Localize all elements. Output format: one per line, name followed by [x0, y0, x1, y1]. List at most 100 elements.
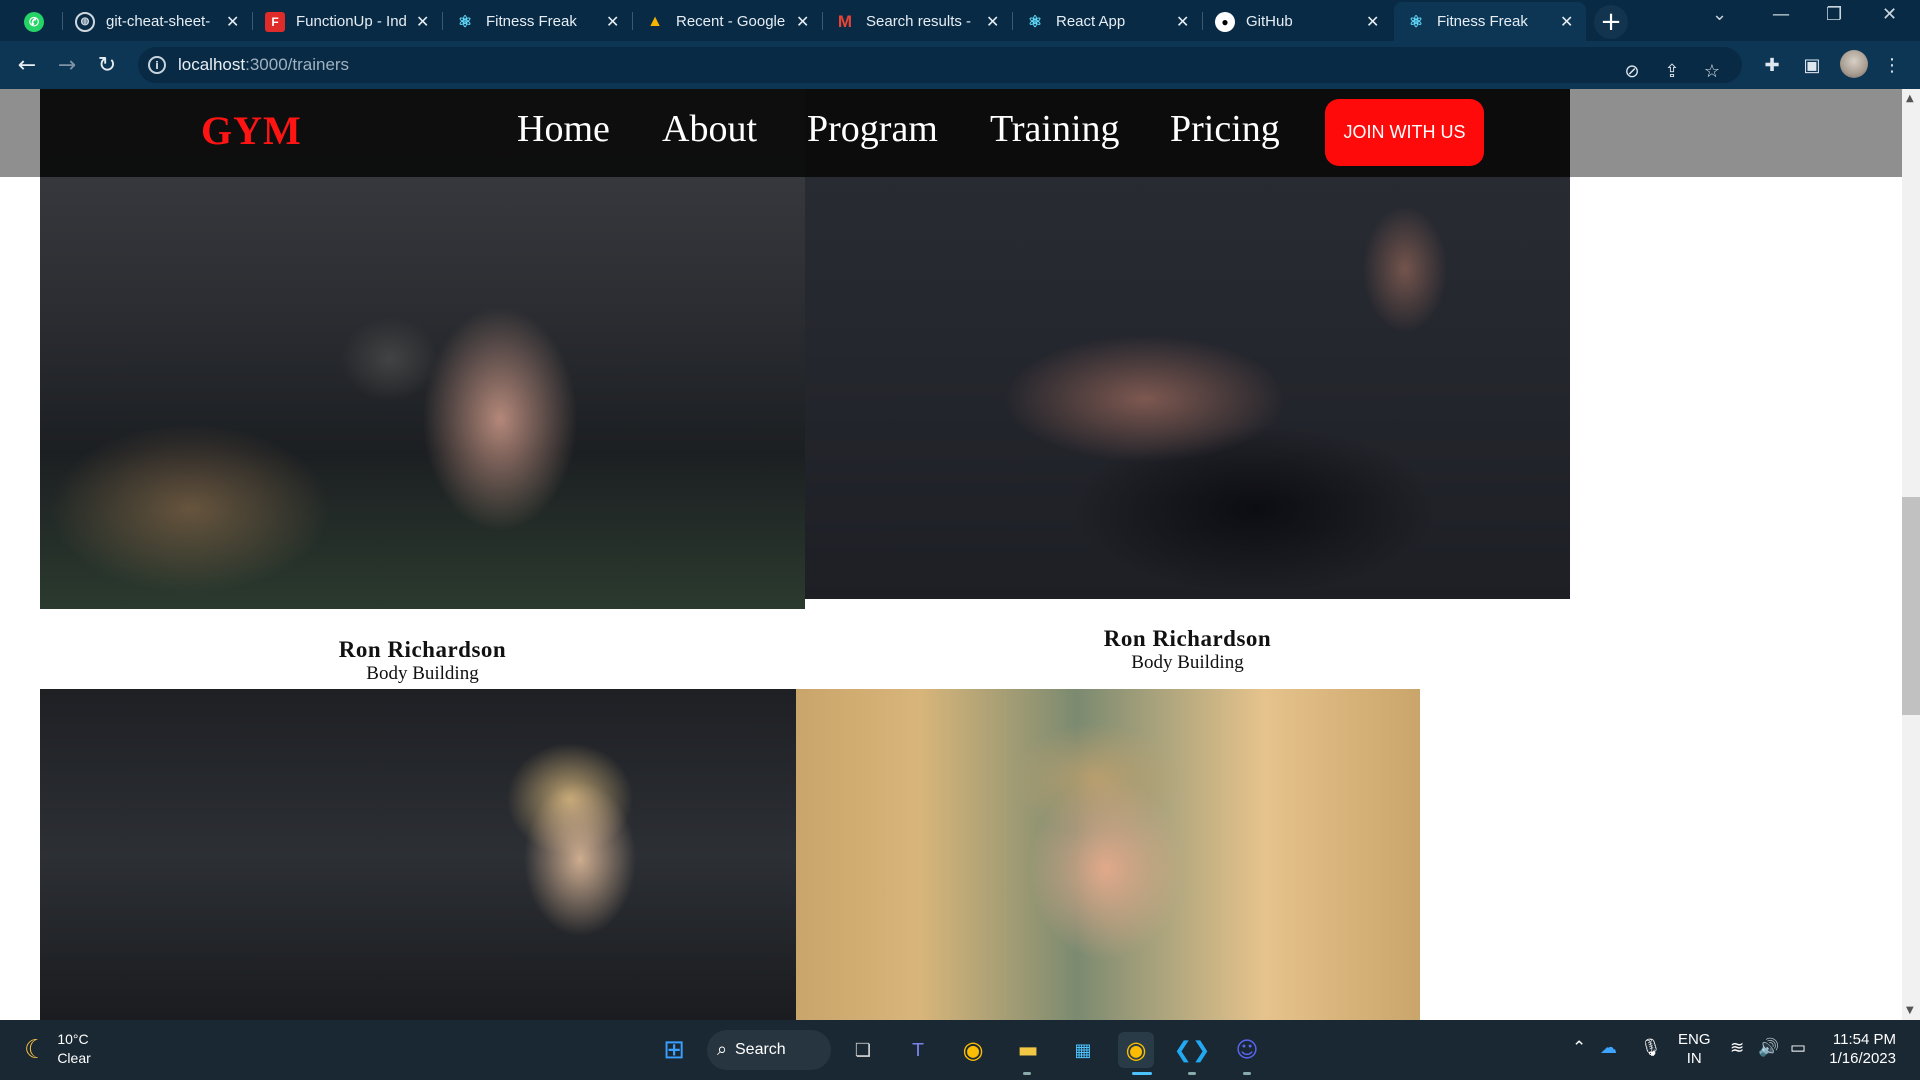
- running-indicator: [1023, 1072, 1031, 1075]
- nav-pricing[interactable]: Pricing: [1170, 107, 1280, 151]
- bookmark-star-icon[interactable]: ☆: [1698, 57, 1726, 85]
- wifi-icon[interactable]: ≋: [1730, 1038, 1744, 1058]
- tab-title: Recent - Google: [676, 13, 786, 30]
- trainer-photo-4: [796, 689, 1420, 1020]
- close-tab-icon[interactable]: ✕: [226, 12, 242, 32]
- close-tab-icon[interactable]: ✕: [416, 12, 432, 32]
- globe-icon: ◍: [75, 11, 95, 32]
- nav-home[interactable]: Home: [517, 107, 610, 151]
- moon-icon: ☾: [24, 1033, 48, 1064]
- restore-icon[interactable]: ❐: [1826, 4, 1842, 25]
- tab-functionup[interactable]: F FunctionUp - Ind ✕: [253, 2, 442, 41]
- scroll-down-icon[interactable]: ▼: [1906, 1005, 1916, 1016]
- discord-icon[interactable]: ☺: [1229, 1032, 1265, 1068]
- clock-time: 11:54 PM: [1832, 1031, 1896, 1048]
- close-tab-icon[interactable]: ✕: [796, 12, 812, 32]
- weather-condition: Clear: [57, 1050, 91, 1066]
- close-tab-icon[interactable]: ✕: [1176, 12, 1192, 32]
- profile-avatar[interactable]: [1840, 50, 1868, 78]
- nav-about[interactable]: About: [662, 107, 757, 151]
- close-tab-icon[interactable]: ✕: [1366, 12, 1382, 32]
- onedrive-icon[interactable]: ☁: [1600, 1038, 1617, 1058]
- tab-github[interactable]: ● GitHub ✕: [1203, 2, 1392, 41]
- weather-widget[interactable]: ☾ 10°C Clear: [24, 1030, 91, 1068]
- join-with-us-button[interactable]: JOIN WITH US: [1325, 99, 1484, 166]
- scrollbar-thumb[interactable]: [1902, 497, 1920, 715]
- microsoft-store-icon[interactable]: ▦: [1065, 1032, 1101, 1068]
- search-icon: ⌕: [717, 1039, 728, 1059]
- windows-start-icon[interactable]: ⊞: [656, 1032, 692, 1068]
- close-tab-icon[interactable]: ✕: [986, 12, 1002, 32]
- scroll-up-icon[interactable]: ▲: [1906, 93, 1916, 104]
- gmail-icon: M: [837, 11, 853, 31]
- page-viewport: GYM Home About Program Training Pricing …: [0, 89, 1920, 1020]
- trainer-card-1-caption: Ron Richardson Body Building: [40, 637, 805, 685]
- tab-title: Fitness Freak: [1437, 13, 1528, 30]
- react-icon: ⚛: [1027, 13, 1043, 31]
- new-tab-button[interactable]: +: [1594, 5, 1628, 39]
- task-view-icon[interactable]: ❏: [845, 1032, 881, 1068]
- active-indicator: [1132, 1072, 1152, 1075]
- system-clock[interactable]: 11:54 PM 1/16/2023: [1828, 1030, 1896, 1068]
- microphone-icon[interactable]: 🎙: [1640, 1038, 1662, 1058]
- google-drive-icon: ▲: [647, 12, 663, 30]
- tab-title: git-cheat-sheet-: [106, 13, 211, 30]
- tab-title: Search results -: [866, 13, 972, 30]
- site-logo[interactable]: GYM: [201, 107, 302, 154]
- tab-title: Fitness Freak: [486, 13, 577, 30]
- reload-button[interactable]: ↻: [92, 50, 122, 80]
- chrome-active-icon[interactable]: ◉: [1118, 1032, 1154, 1068]
- tab-google-drive[interactable]: ▲ Recent - Google ✕: [633, 2, 822, 41]
- clock-date: 1/16/2023: [1829, 1050, 1896, 1067]
- tray-chevron-icon[interactable]: ⌃: [1572, 1038, 1586, 1058]
- forward-button[interactable]: →: [52, 50, 82, 80]
- side-panel-icon[interactable]: ▣: [1798, 51, 1826, 79]
- menu-kebab-icon[interactable]: ⋮: [1878, 51, 1906, 79]
- chrome-icon[interactable]: ◉: [955, 1032, 991, 1068]
- tab-fitness-freak[interactable]: ⚛ Fitness Freak ✕: [443, 2, 632, 41]
- weather-temp: 10°C: [57, 1031, 89, 1047]
- site-navbar: GYM Home About Program Training Pricing …: [40, 89, 1570, 177]
- trainer-role: Body Building: [1131, 652, 1244, 673]
- nav-training[interactable]: Training: [990, 107, 1120, 151]
- tab-search-icon[interactable]: ⌄: [1712, 4, 1727, 25]
- running-indicator: [1243, 1072, 1251, 1075]
- running-indicator: [1188, 1072, 1196, 1075]
- taskbar-search[interactable]: ⌕ Search: [707, 1030, 831, 1070]
- extensions-icon[interactable]: ✚: [1758, 51, 1786, 79]
- tab-whatsapp[interactable]: ✆: [8, 2, 62, 41]
- trainer-role: Body Building: [366, 663, 479, 684]
- close-window-icon[interactable]: ✕: [1882, 4, 1897, 25]
- teams-icon[interactable]: T: [900, 1032, 936, 1068]
- share-icon[interactable]: ⇪: [1658, 57, 1686, 85]
- trainer-name: Ron Richardson: [1103, 626, 1272, 651]
- tab-gmail[interactable]: M Search results - ✕: [823, 2, 1012, 41]
- url-text[interactable]: localhost:3000/trainers: [178, 55, 349, 75]
- trainer-card-2-caption: Ron Richardson Body Building: [805, 626, 1570, 674]
- browser-tab-strip: ✆ ◍ git-cheat-sheet- ✕ F FunctionUp - In…: [0, 0, 1920, 41]
- site-info-icon[interactable]: i: [148, 56, 166, 74]
- react-icon: ⚛: [457, 13, 473, 31]
- windows-taskbar: ☾ 10°C Clear ⊞ ⌕ Search ❏ T ◉ ▬ ▦ ◉ ❮❯ ☺…: [0, 1020, 1920, 1080]
- close-tab-icon[interactable]: ✕: [606, 12, 622, 32]
- file-explorer-icon[interactable]: ▬: [1010, 1032, 1046, 1068]
- back-button[interactable]: ←: [12, 50, 42, 80]
- address-bar[interactable]: i localhost:3000/trainers ⊘ ⇪ ☆: [138, 47, 1742, 83]
- volume-icon[interactable]: 🔊: [1758, 1038, 1779, 1058]
- react-icon: ⚛: [1408, 13, 1424, 31]
- minimize-icon[interactable]: —: [1772, 4, 1790, 25]
- eye-off-icon[interactable]: ⊘: [1618, 57, 1646, 85]
- language-indicator[interactable]: ENG IN: [1678, 1030, 1711, 1068]
- tab-title: GitHub: [1246, 13, 1293, 30]
- trainer-photo-3: [40, 689, 796, 1020]
- tab-fitness-freak-active[interactable]: ⚛ Fitness Freak ✕: [1394, 2, 1586, 41]
- battery-icon[interactable]: ▭: [1790, 1038, 1806, 1058]
- close-tab-icon[interactable]: ✕: [1560, 12, 1576, 32]
- whatsapp-icon: ✆: [24, 11, 44, 32]
- vscode-icon[interactable]: ❮❯: [1174, 1032, 1211, 1068]
- tab-title: React App: [1056, 13, 1126, 30]
- trainer-name: Ron Richardson: [338, 637, 507, 662]
- nav-program[interactable]: Program: [807, 107, 938, 151]
- tab-git-cheat-sheet[interactable]: ◍ git-cheat-sheet- ✕: [63, 2, 252, 41]
- tab-react-app[interactable]: ⚛ React App ✕: [1013, 2, 1202, 41]
